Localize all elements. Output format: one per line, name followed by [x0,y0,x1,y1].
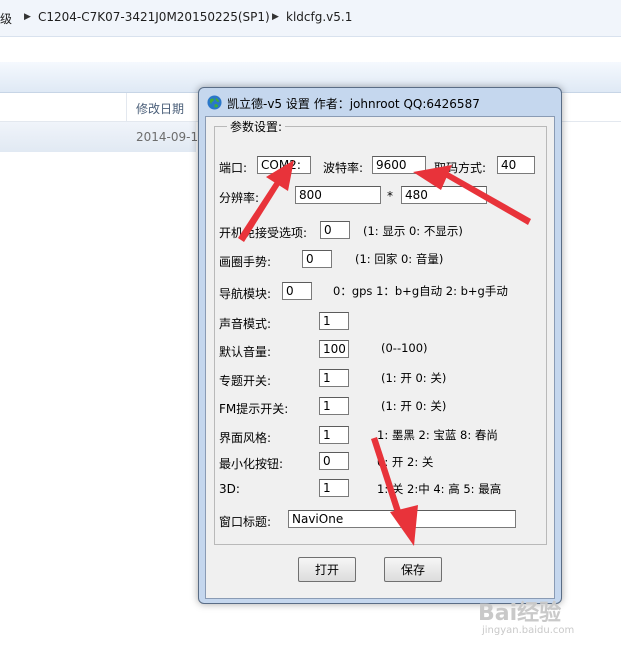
address-bar[interactable]: 级 ▶ C1204-C7K07-3421J0M20150225(SP1) ▶ k… [0,0,621,37]
watermark: Bai经验 jingyan.baidu.com [478,595,618,645]
port-input[interactable] [257,156,311,174]
window-title-label: 窗口标题: [219,515,272,529]
nav-label: 导航模块: [219,287,272,301]
volume-hint: (0--100) [381,341,428,355]
decode-input[interactable] [497,156,535,174]
decode-label: 取码方式: [434,161,487,175]
minimize-input[interactable] [319,452,349,470]
settings-group: 参数设置: 端口: 波特率: 取码方式: 分辨率: * 开机免接受选项: (1:… [214,118,547,545]
breadcrumb-current[interactable]: kldcfg.v5.1 [286,10,352,24]
chevron-right-icon[interactable]: ▶ [24,12,31,22]
startup-hint: (1: 显示 0: 不显示) [363,224,463,238]
threed-input[interactable] [319,479,349,497]
column-modified-date[interactable]: 修改日期 [136,100,184,117]
topic-hint: (1: 开 0: 关) [381,371,447,385]
volume-input[interactable] [319,340,349,358]
baud-label: 波特率: [323,161,364,175]
style-input[interactable] [319,426,349,444]
dialog-titlebar[interactable]: 凯立德-v5 设置 作者：johnroot QQ:6426587 [199,88,561,116]
baud-input[interactable] [372,156,426,174]
watermark-brand: Bai经验 [478,601,562,626]
save-button[interactable]: 保存 [384,557,442,582]
minimize-label: 最小化按钮: [219,457,284,471]
watermark-url: jingyan.baidu.com [482,625,575,636]
group-title: 参数设置: [227,118,286,135]
topic-label: 专题开关: [219,374,272,388]
dialog-client: 参数设置: 端口: 波特率: 取码方式: 分辨率: * 开机免接受选项: (1:… [205,116,555,599]
threed-hint: 1: 关 2:中 4: 高 5: 最高 [377,482,502,496]
breadcrumb-folder[interactable]: C1204-C7K07-3421J0M20150225(SP1) [38,10,270,24]
resolution-width-input[interactable] [295,186,381,204]
threed-label: 3D: [219,482,240,496]
volume-label: 默认音量: [219,345,272,359]
globe-icon [207,95,222,110]
fm-input[interactable] [319,397,349,415]
file-modified-date: 2014-09-19 [136,130,206,144]
fm-hint: (1: 开 0: 关) [381,399,447,413]
minimize-hint: 0: 开 2: 关 [377,455,434,469]
port-label: 端口: [219,161,248,175]
circle-label: 画圈手势: [219,255,272,269]
startup-input[interactable] [320,221,350,239]
circle-hint: (1: 回家 0: 音量) [355,252,444,266]
breadcrumb-parent[interactable]: 级 [0,10,12,27]
fm-label: FM提示开关: [219,402,289,416]
chevron-right-icon[interactable]: ▶ [272,12,279,22]
dialog-title: 凯立德-v5 设置 作者：johnroot QQ:6426587 [227,97,480,111]
nav-hint: 0：gps 1：b+g自动 2: b+g手动 [333,284,508,298]
window-title-input[interactable] [288,510,516,528]
sound-input[interactable] [319,312,349,330]
topic-input[interactable] [319,369,349,387]
resolution-times: * [387,189,393,203]
sound-label: 声音模式: [219,317,272,331]
resolution-height-input[interactable] [401,186,487,204]
column-divider[interactable] [126,93,127,121]
settings-dialog: 凯立德-v5 设置 作者：johnroot QQ:6426587 参数设置: 端… [198,87,562,604]
nav-input[interactable] [282,282,312,300]
style-hint: 1: 墨黑 2: 宝蓝 8: 春尚 [377,428,498,442]
startup-label: 开机免接受选项: [219,226,308,240]
style-label: 界面风格: [219,431,272,445]
circle-input[interactable] [302,250,332,268]
resolution-label: 分辨率: [219,191,260,205]
open-button[interactable]: 打开 [298,557,356,582]
